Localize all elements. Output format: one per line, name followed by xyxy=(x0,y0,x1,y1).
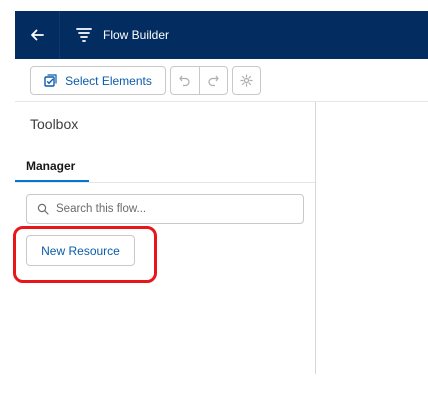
arrow-left-icon xyxy=(31,29,44,41)
select-elements-button[interactable]: Select Elements xyxy=(30,66,166,95)
search-icon xyxy=(37,203,49,215)
undo-button[interactable] xyxy=(171,67,199,94)
toolbox-title: Toolbox xyxy=(30,116,79,132)
undo-icon xyxy=(179,75,191,87)
search-input[interactable] xyxy=(56,203,296,215)
select-elements-label: Select Elements xyxy=(65,73,152,88)
redo-button[interactable] xyxy=(198,67,227,94)
app-title: Flow Builder xyxy=(103,28,170,42)
tab-divider xyxy=(15,182,315,183)
undo-redo-group xyxy=(170,66,228,95)
back-button[interactable] xyxy=(15,11,60,59)
settings-button[interactable] xyxy=(232,66,261,95)
redo-icon xyxy=(208,75,219,87)
select-elements-icon xyxy=(44,74,57,87)
app-header: Flow Builder xyxy=(15,11,428,59)
builder-toolbar: Select Elements xyxy=(15,59,428,102)
flow-icon xyxy=(76,28,92,42)
gear-icon xyxy=(240,74,253,87)
tab-manager[interactable]: Manager xyxy=(15,152,89,183)
search-field[interactable] xyxy=(26,194,304,224)
new-resource-button[interactable]: New Resource xyxy=(26,235,135,266)
